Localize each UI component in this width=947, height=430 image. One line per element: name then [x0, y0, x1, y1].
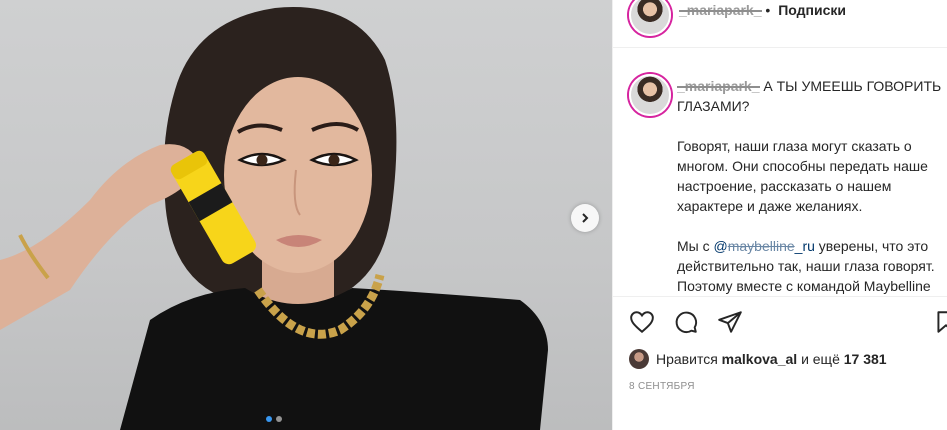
- post-media[interactable]: [0, 0, 612, 430]
- carousel-dot: [276, 416, 282, 422]
- post-date[interactable]: 8 СЕНТЯБРЯ: [629, 381, 695, 392]
- carousel-dot: [266, 416, 272, 422]
- header-text: _mariapark_ • Подписки: [679, 2, 846, 18]
- header-separator: •: [765, 2, 771, 18]
- comment-icon[interactable]: [673, 309, 699, 335]
- post-header: _mariapark_ • Подписки: [613, 0, 947, 48]
- caption-avatar[interactable]: [629, 74, 671, 116]
- bookmark-icon[interactable]: [933, 309, 947, 335]
- likes-prefix: Нравится: [656, 351, 718, 367]
- caption-paragraph: Говорят, наши глаза могут сказать о мног…: [677, 138, 928, 214]
- author-username[interactable]: _mariapark_: [679, 2, 762, 18]
- chevron-right-icon: [582, 213, 589, 223]
- liker-username[interactable]: malkova_al: [722, 351, 798, 367]
- following-button[interactable]: Подписки: [778, 2, 846, 18]
- likes-count[interactable]: 17 381: [844, 351, 887, 367]
- liker-avatar: [629, 349, 649, 369]
- likes-summary[interactable]: Нравится malkova_al и ещё 17 381: [629, 346, 887, 372]
- next-slide-button[interactable]: [571, 204, 599, 232]
- share-icon[interactable]: [717, 309, 743, 335]
- caption: _mariapark_ А ТЫ УМЕЕШЬ ГОВОРИТЬ ГЛАЗАМИ…: [677, 76, 947, 294]
- action-bar: [613, 296, 947, 340]
- post-side-panel: _mariapark_ • Подписки _mariapark_ А ТЫ …: [612, 0, 947, 430]
- mention-link[interactable]: @maybelline_ru: [714, 238, 815, 254]
- author-avatar[interactable]: [629, 0, 671, 36]
- caption-text: Мы с: [677, 238, 714, 254]
- caption-username[interactable]: _mariapark_: [677, 78, 760, 94]
- heart-icon[interactable]: [629, 309, 655, 335]
- likes-middle: и ещё: [801, 351, 840, 367]
- carousel-dots: [266, 416, 282, 422]
- post-photo: [0, 7, 548, 430]
